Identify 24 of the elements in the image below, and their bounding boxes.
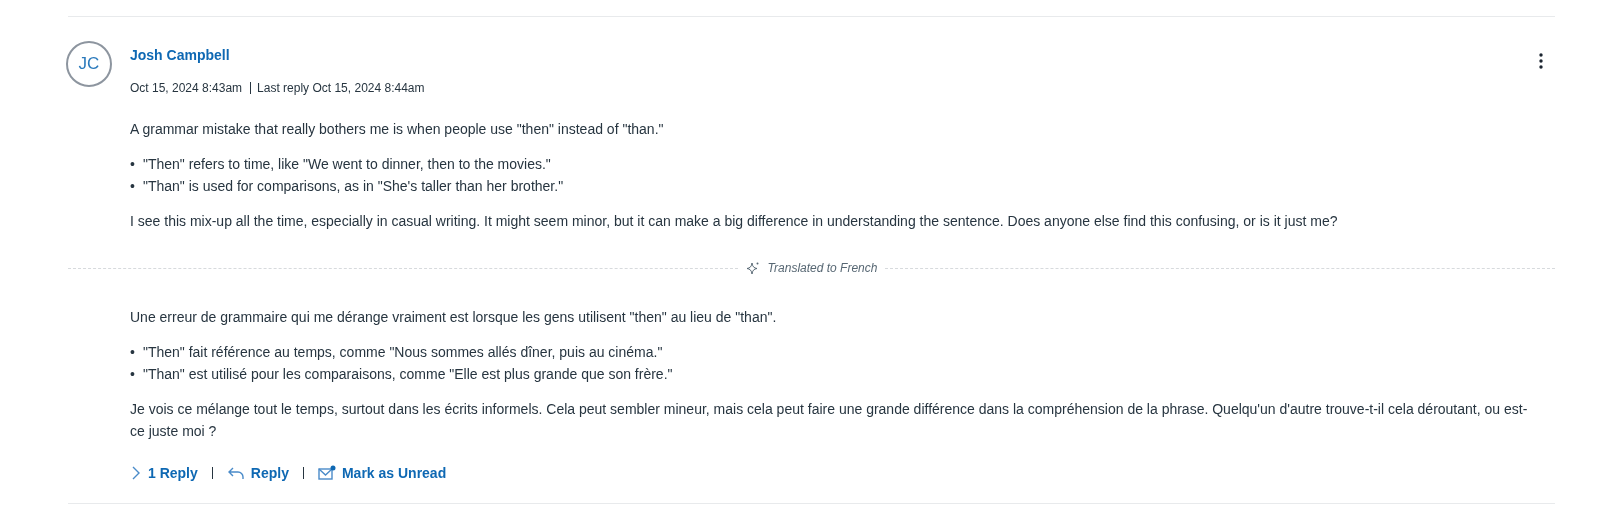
list-item: "Then" refers to time, like "We went to dinner, then to the movies." <box>142 155 551 174</box>
post-date: Oct 15, 2024 8:43am <box>130 81 243 95</box>
sparkle-icon <box>745 261 760 275</box>
avatar: JC <box>66 41 112 87</box>
paragraph: I see this mix-up all the time, especially in casual writing. It might seem minor, but it can make a big difference in understanding the sentence. Does anyone else find this confusing, or is it just me? <box>130 212 1339 231</box>
paragraph: Je vois ce mélange tout le temps, surtout dans les écrits informels. Cela peut sembler mineur, mais cela peut faire une grande différence dans la compréhension de la phrase. Quelqu'un d'autre trouve-t-il cela déroutant, ou est-ce juste moi ? <box>130 400 1529 441</box>
translation-label: Translated to French <box>767 261 878 275</box>
expand-button[interactable]: 1 Reply <box>130 465 198 481</box>
envelope-icon <box>317 465 336 481</box>
reply-icon <box>226 465 245 481</box>
more-icon <box>1539 53 1543 69</box>
list-item: "Then" fait référence au temps, comme "Nous sommes allés dîner, puis au cinéma." <box>142 343 663 362</box>
bullet: • <box>130 365 135 384</box>
bullet: • <box>130 155 135 174</box>
last-reply-date: Last reply Oct 15, 2024 8:44am <box>257 81 425 95</box>
list-item: "Than" is used for comparisons, as in "She's taller than her brother." <box>142 177 564 196</box>
paragraph: A grammar mistake that really bothers me is when people use "then" instead of "than." <box>130 120 665 139</box>
author-link[interactable]: Josh Campbell <box>130 47 425 63</box>
reply-button[interactable]: Reply <box>226 465 289 481</box>
paragraph: Une erreur de grammaire qui me dérange vraiment est lorsque les gens utilisent "then" au lieu de "than". <box>130 308 778 327</box>
bullet: • <box>130 177 135 196</box>
bullet: • <box>130 343 135 362</box>
list-item: "Than" est utilisé pour les comparaisons, comme "Elle est plus grande que son frère." <box>142 365 673 384</box>
unread-button[interactable]: Mark as Unread <box>317 465 447 481</box>
